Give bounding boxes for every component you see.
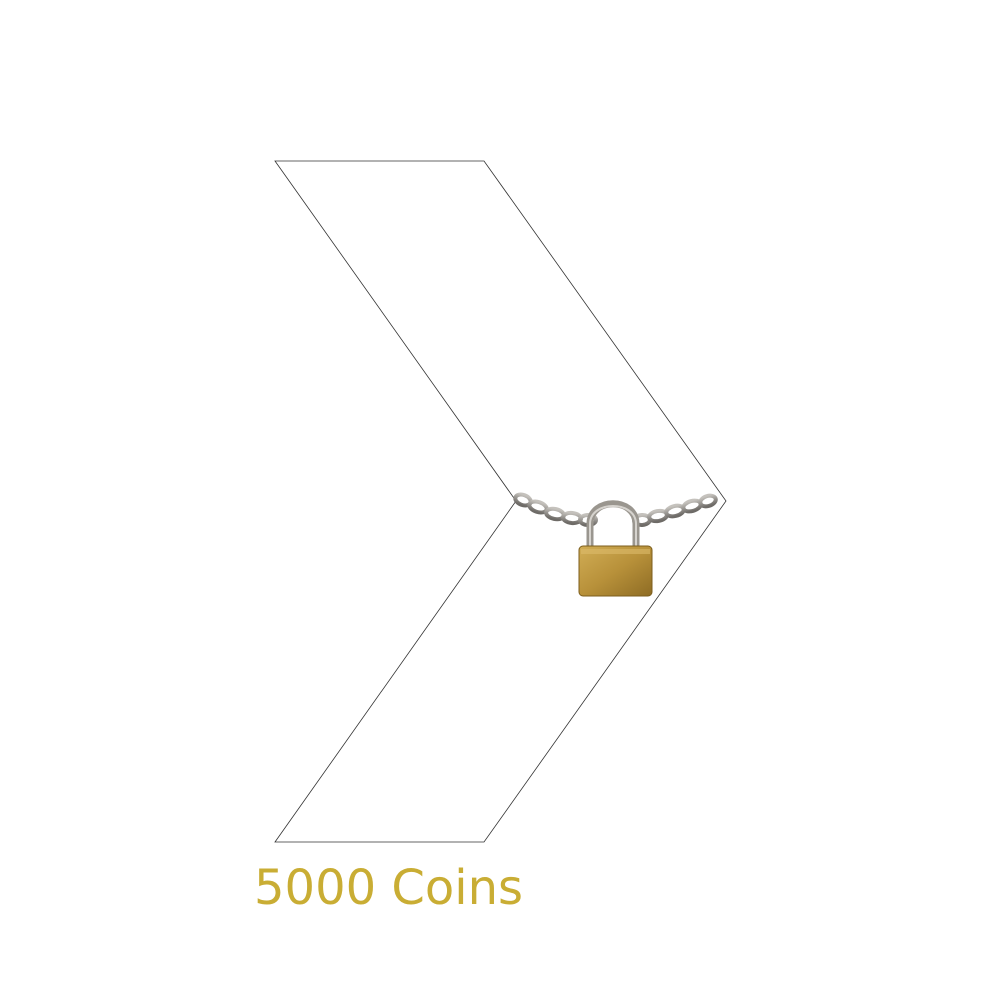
unlock-price-label: 5000 Coins xyxy=(254,860,524,916)
chain-left xyxy=(513,492,598,527)
chain-lock-icon xyxy=(513,492,718,597)
chevron-right-icon xyxy=(274,160,727,843)
next-level-button[interactable] xyxy=(0,0,1000,1000)
level-select-screen: 5000 Coins xyxy=(0,0,1000,1000)
chevron-outline xyxy=(274,160,727,843)
chain-right xyxy=(632,493,718,528)
